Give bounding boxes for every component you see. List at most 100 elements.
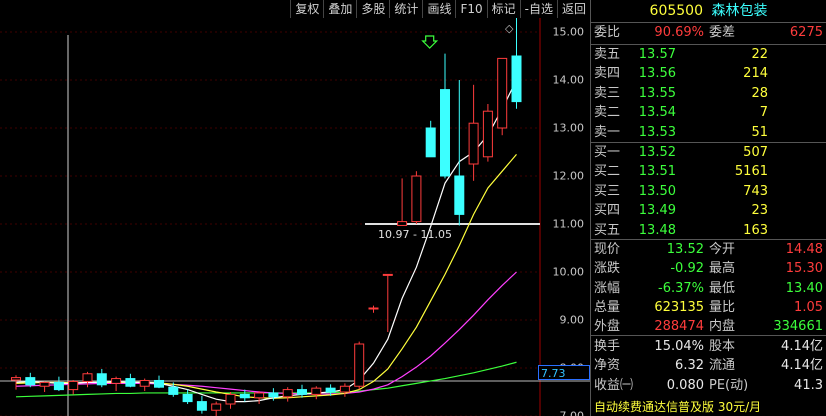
stock-name: 森林包装 [711, 3, 768, 19]
fin-value: 0.080 [666, 377, 704, 393]
candle-body [511, 55, 522, 103]
price-axis-label: 14.00 [552, 73, 585, 87]
stats-label: 现价 [594, 242, 621, 257]
stats-label-2: 今开 [709, 242, 736, 257]
toolbar-button-1[interactable]: 叠加 [323, 0, 356, 18]
bid-volume: 743 [743, 183, 768, 199]
bid-row[interactable]: 买三 13.50 743 [591, 182, 826, 202]
bid-volume: 507 [743, 145, 768, 160]
fin-value-2: 4.14亿 [781, 358, 823, 374]
candle-body [139, 379, 150, 387]
bid-label: 买三 [594, 183, 621, 199]
price-axis-label: 12.00 [552, 169, 585, 183]
candle-body [440, 89, 450, 177]
stock-title: 605500 森林包装 [591, 0, 826, 22]
stats-row: 涨跌 -0.92 最高 15.30 [591, 259, 826, 279]
bid-price: 13.50 [638, 183, 676, 199]
candle-body [282, 389, 293, 398]
toolbar-button-5[interactable]: F10 [455, 0, 486, 18]
stats-value-2: 15.30 [785, 261, 823, 277]
stats-label-2: 最高 [709, 261, 736, 277]
fin-label-2: 流通 [709, 358, 736, 374]
fin-label: 收益㈠ [594, 377, 634, 393]
chart-toolbar: 复权 叠加 多股 统计 画线 F10 标记 -自选 返回 [290, 0, 590, 18]
candle-body [268, 392, 279, 398]
kline-chart[interactable]: 15.3010.97 - 11.05 [0, 0, 590, 416]
weibi-row: 委比 90.69% 委差 6275 [591, 23, 826, 43]
stats-row: 总量 623135 量比 1.05 [591, 298, 826, 318]
fin-value-2: 4.14亿 [781, 339, 823, 354]
stock-code: 605500 [649, 3, 703, 19]
bid-row[interactable]: 买一 13.52 507 [591, 143, 826, 163]
candle-body [182, 393, 193, 403]
stats-label: 总量 [594, 299, 621, 315]
stats-value: 13.52 [666, 242, 704, 257]
candle-body [82, 373, 93, 382]
candle-body [339, 385, 350, 393]
toolbar-button-6[interactable]: 标记 [486, 0, 520, 18]
fin-value: 6.32 [675, 358, 704, 374]
candle-body [425, 127, 436, 158]
ask-volume: 22 [751, 47, 768, 62]
down-arrow-icon [421, 35, 439, 49]
ma10-line [15, 154, 517, 399]
bid-row[interactable]: 买四 13.49 23 [591, 201, 826, 221]
stats-row: 现价 13.52 今开 14.48 [591, 240, 826, 260]
toolbar-button-2[interactable]: 多股 [356, 0, 389, 18]
candle-body [454, 175, 465, 215]
candle-body [196, 401, 207, 411]
price-axis-label: 11.00 [552, 217, 585, 231]
fin-label: 换手 [594, 339, 621, 354]
ask-price: 13.57 [638, 47, 676, 62]
fin-value: 15.04% [654, 339, 704, 354]
candle-body [325, 387, 336, 393]
toolbar-button-4[interactable]: 画线 [422, 0, 455, 18]
candle-body [225, 393, 236, 405]
weicha-label: 委差 [709, 25, 736, 40]
toolbar-button-8[interactable]: 返回 [556, 0, 590, 18]
bid-volume: 5161 [734, 164, 768, 180]
candle-body [482, 110, 493, 158]
candle-body [125, 378, 136, 387]
candle-body [25, 377, 36, 386]
ask-label: 卖四 [594, 66, 621, 82]
toolbar-button-3[interactable]: 统计 [389, 0, 422, 18]
bid-label: 买五 [594, 222, 621, 238]
ask-price: 13.53 [638, 124, 676, 140]
candle-body [497, 57, 508, 129]
ask-price: 13.54 [638, 105, 676, 121]
kline-chart-area[interactable]: 15.3010.97 - 11.05 15.00 14.00 13.00 12.00 1… [0, 0, 590, 416]
candle-body [39, 381, 50, 387]
toolbar-button-0[interactable]: 复权 [290, 0, 323, 18]
candle-body [68, 380, 79, 391]
diamond-menu-icon[interactable]: ◇ [505, 22, 513, 35]
candle-body [154, 379, 164, 388]
candle-body [354, 343, 365, 387]
candle-body [254, 392, 265, 399]
candle-body [468, 122, 479, 165]
price-axis-label: 15.00 [552, 25, 585, 39]
ask-row[interactable]: 卖三 13.55 28 [591, 84, 826, 104]
bid-row[interactable]: 买二 13.51 5161 [591, 162, 826, 182]
ask-row[interactable]: 卖五 13.57 22 [591, 45, 826, 65]
bid-row[interactable]: 买五 13.48 163 [591, 221, 826, 241]
stats-value-2: 13.40 [785, 280, 823, 296]
toolbar-button-7[interactable]: -自选 [519, 0, 557, 18]
fin-row: 换手 15.04% 股本 4.14亿 [591, 337, 826, 357]
ask-row[interactable]: 卖四 13.56 214 [591, 64, 826, 84]
fin-label: 净资 [594, 358, 621, 374]
ask-row[interactable]: 卖一 13.53 51 [591, 123, 826, 143]
bid-label: 买二 [594, 164, 621, 180]
bid-label: 买四 [594, 203, 621, 219]
ask-label: 卖三 [594, 85, 621, 101]
weicha-value: 6275 [789, 25, 823, 40]
candle-body [297, 389, 307, 395]
promo-banner[interactable]: 自动续费通达信普及版 30元/月 [591, 398, 826, 416]
ask-price: 13.55 [638, 85, 676, 101]
candle-body [111, 378, 122, 384]
stats-value: -6.37% [658, 280, 704, 296]
candle-body [11, 377, 21, 381]
ask-volume: 7 [759, 105, 768, 121]
bid-volume: 23 [751, 203, 768, 219]
ask-row[interactable]: 卖二 13.54 7 [591, 103, 826, 123]
